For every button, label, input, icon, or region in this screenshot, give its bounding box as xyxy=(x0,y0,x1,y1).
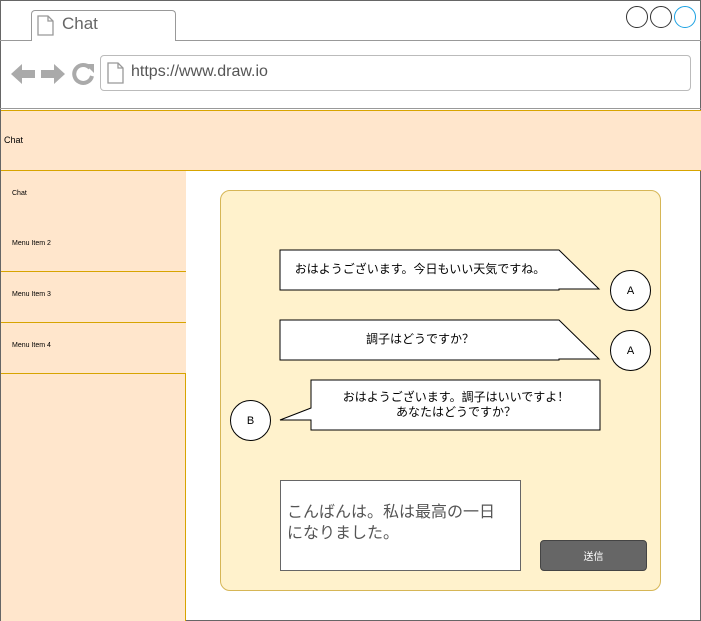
sidebar-item-label: Menu Item 4 xyxy=(12,342,51,349)
tab-page-icon xyxy=(37,15,54,36)
forward-arrow-icon[interactable] xyxy=(40,63,66,85)
message-text-3-line-2: あなたはどうですか？ xyxy=(395,405,516,419)
back-arrow-icon[interactable] xyxy=(10,63,36,85)
reload-icon[interactable] xyxy=(71,62,95,86)
address-page-icon xyxy=(107,62,124,84)
send-button[interactable]: 送信 xyxy=(540,540,647,571)
sidebar-item-label: Menu Item 3 xyxy=(12,291,51,298)
message-input-line-1: こんばんは。私は最高の一日 xyxy=(287,502,496,521)
sidebar-item-menu-3[interactable]: Menu Item 3 xyxy=(1,272,186,323)
message-input-line-2: になりました。 xyxy=(287,523,400,542)
avatar-a: A xyxy=(610,330,651,371)
tab-title: Chat xyxy=(62,14,98,33)
window-button-3[interactable] xyxy=(674,6,696,28)
sidebar-item-menu-4[interactable]: Menu Item 4 xyxy=(1,323,186,374)
app-title: Chat xyxy=(4,135,24,145)
sidebar-item-label: Menu Item 2 xyxy=(12,240,51,247)
avatar-a: A xyxy=(610,270,651,311)
message-text-3: おはようございます。調子はいいですよ！ あなたはどうですか？ xyxy=(312,390,600,420)
message-input[interactable]: こんばんは。私は最高の一日 になりました。 xyxy=(280,480,521,571)
toolbar-divider xyxy=(0,108,701,109)
app-header xyxy=(1,110,701,171)
message-text-3-line-1: おはようございます。調子はいいですよ！ xyxy=(342,390,570,404)
message-text-2: 調子はどうですか？ xyxy=(365,332,474,346)
window-button-1[interactable] xyxy=(626,6,648,28)
message-text-1: おはようございます。今日もいい天気ですね。 xyxy=(294,262,546,276)
sidebar-item-chat[interactable]: Chat xyxy=(1,171,186,222)
address-url[interactable]: https://www.draw.io xyxy=(131,63,268,81)
sidebar-item-label: Chat xyxy=(12,190,27,197)
avatar-b: B xyxy=(230,400,271,441)
sidebar-item-menu-2[interactable]: Menu Item 2 xyxy=(1,221,186,272)
window-button-2[interactable] xyxy=(650,6,672,28)
